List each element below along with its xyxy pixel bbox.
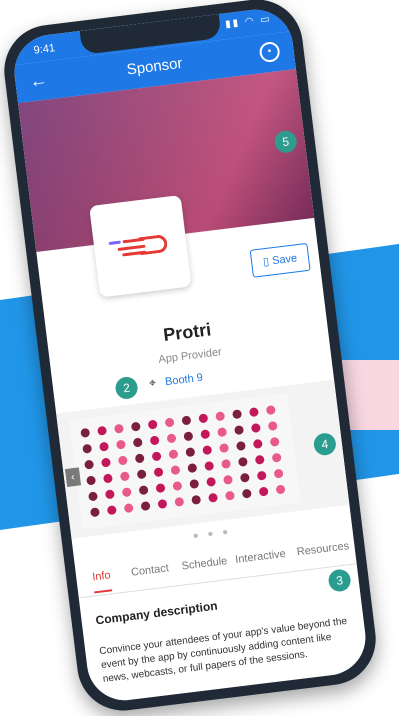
plate-well xyxy=(119,471,130,482)
plate-well xyxy=(102,473,113,484)
plate-well xyxy=(136,469,147,480)
plate-well xyxy=(237,456,248,467)
plate-well xyxy=(224,490,235,501)
plate-well xyxy=(267,420,278,431)
plate-well xyxy=(275,484,286,495)
tab-contact[interactable]: Contact xyxy=(130,562,169,579)
plate-well xyxy=(153,467,164,478)
save-button[interactable]: ▯ Save xyxy=(249,242,311,278)
plate-well xyxy=(113,423,124,434)
plate-well xyxy=(221,458,232,469)
plate-well xyxy=(219,443,230,454)
phone-frame: 9:41 ▮▮ ◠ ▭ ← Sponsor • 5 ▯ Save Protri … xyxy=(0,0,381,716)
plate-well xyxy=(149,435,160,446)
gallery-image xyxy=(69,393,301,530)
tab-info[interactable]: Info xyxy=(92,569,112,583)
plate-well xyxy=(206,476,217,487)
plate-well xyxy=(239,472,250,483)
plate-well xyxy=(200,429,211,440)
plate-well xyxy=(208,492,219,503)
logo-arc xyxy=(138,234,169,256)
plate-well xyxy=(106,505,117,516)
plate-well xyxy=(271,452,282,463)
plate-well xyxy=(151,451,162,462)
status-icons: ▮▮ ◠ ▭ xyxy=(224,13,273,31)
plate-well xyxy=(222,474,234,485)
plate-well xyxy=(89,507,100,518)
plate-well xyxy=(104,489,115,500)
plate-well xyxy=(100,457,111,468)
location-badge: 2 xyxy=(114,375,139,401)
plate-well xyxy=(123,503,134,514)
plate-well xyxy=(191,494,202,505)
plate-well xyxy=(254,454,265,465)
plate-well xyxy=(258,486,269,497)
tab-resources[interactable]: Resources xyxy=(296,540,350,558)
plate-well xyxy=(170,465,181,476)
plate-well xyxy=(172,481,183,492)
plate-well xyxy=(202,445,213,456)
tab-schedule[interactable]: Schedule xyxy=(181,555,228,573)
chevron-left-icon[interactable]: ‹ xyxy=(64,467,82,487)
plate-well xyxy=(80,427,91,438)
company-logo xyxy=(89,194,192,298)
plate-well xyxy=(121,487,132,498)
plate-well xyxy=(138,485,149,496)
plate-well xyxy=(87,491,99,502)
plate-well xyxy=(256,470,267,481)
plate-well xyxy=(183,431,194,442)
plate-well xyxy=(234,425,245,436)
plate-well xyxy=(140,501,151,512)
plate-well xyxy=(189,478,200,489)
plate-well xyxy=(241,488,252,499)
plate-well xyxy=(187,463,198,474)
save-button-label: Save xyxy=(271,252,298,268)
plate-well xyxy=(86,475,97,486)
location-pin-icon: ⌖ xyxy=(148,375,157,391)
plate-well xyxy=(97,425,108,436)
plate-well xyxy=(252,438,263,449)
plate-well xyxy=(235,440,246,451)
plate-well xyxy=(198,413,209,424)
plate-well xyxy=(157,498,168,509)
plate-well xyxy=(217,427,228,438)
status-time: 9:41 xyxy=(33,42,56,57)
plate-well xyxy=(84,459,95,470)
plate-well xyxy=(132,437,143,448)
phone-screen: 9:41 ▮▮ ◠ ▭ ← Sponsor • 5 ▯ Save Protri … xyxy=(10,5,370,705)
plate-well xyxy=(215,411,226,422)
plate-wells xyxy=(69,393,287,518)
plate-well xyxy=(185,447,196,458)
booth-link[interactable]: Booth 9 xyxy=(164,372,203,389)
bookmark-icon: ▯ xyxy=(262,255,270,269)
plate-well xyxy=(155,483,166,494)
company-logo-mark xyxy=(108,234,173,259)
gallery-badge: 4 xyxy=(312,431,338,457)
plate-well xyxy=(232,409,243,420)
plate-well xyxy=(248,407,259,418)
plate-well xyxy=(134,453,145,464)
plate-well xyxy=(130,421,141,432)
hero-badge: 5 xyxy=(273,129,298,155)
tab-interactive[interactable]: Interactive xyxy=(235,548,287,566)
plate-well xyxy=(82,443,93,454)
plate-well xyxy=(269,436,280,447)
plate-well xyxy=(166,433,177,444)
image-gallery[interactable]: ‹ 4 xyxy=(56,379,350,539)
plate-well xyxy=(147,419,158,430)
plate-well xyxy=(204,460,215,472)
plate-well xyxy=(265,405,276,416)
plate-well xyxy=(164,417,175,428)
company-description-section: Company description Convince your attend… xyxy=(95,568,354,687)
company-description-text: Convince your attendees of your app's va… xyxy=(98,615,348,685)
plate-well xyxy=(168,449,179,460)
plate-well xyxy=(181,415,192,426)
plate-well xyxy=(250,422,261,434)
plate-well xyxy=(117,455,128,466)
plate-well xyxy=(273,468,284,479)
plate-well xyxy=(174,496,185,507)
plate-well xyxy=(115,439,126,450)
plate-well xyxy=(99,441,110,452)
